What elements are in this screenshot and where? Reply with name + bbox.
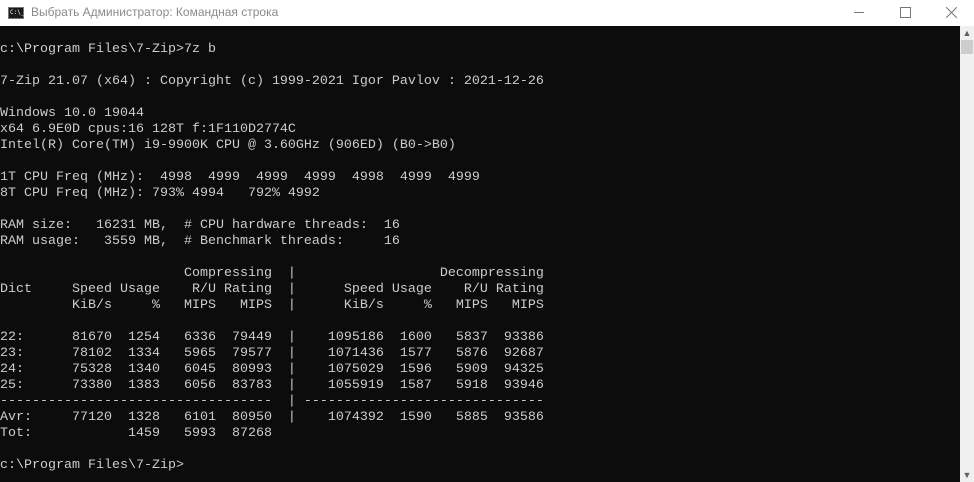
console-line: RAM usage: 3559 MB, # Benchmark threads:… — [0, 234, 400, 249]
title-bar: C:\_ Выбрать Администратор: Командная ст… — [0, 0, 974, 26]
close-button[interactable] — [928, 0, 974, 26]
console-line: KiB/s % MIPS MIPS | KiB/s % MIPS MIPS — [0, 298, 544, 313]
scroll-thumb[interactable] — [961, 40, 973, 54]
console-line: 22: 81670 1254 6336 79449 | 1095186 1600… — [0, 330, 544, 345]
console-line: Compressing | Decompressing — [0, 266, 544, 281]
console-line: 25: 73380 1383 6056 83783 | 1055919 1587… — [0, 378, 544, 393]
maximize-button[interactable] — [882, 0, 928, 26]
console-line: x64 6.9E0D cpus:16 128T f:1F110D2774C — [0, 122, 296, 137]
console-line: Windows 10.0 19044 — [0, 106, 144, 121]
console-line: c:\Program Files\7-Zip>7z b — [0, 42, 216, 57]
console-line: Dict Speed Usage R/U Rating | Speed Usag… — [0, 282, 544, 297]
console-line: 8T CPU Freq (MHz): 793% 4994 792% 4992 — [0, 186, 320, 201]
console-line: 24: 75328 1340 6045 80993 | 1075029 1596… — [0, 362, 544, 377]
console-line: 23: 78102 1334 5965 79577 | 1071436 1577… — [0, 346, 544, 361]
console-output[interactable]: c:\Program Files\7-Zip>7z b 7-Zip 21.07 (… — [0, 26, 960, 482]
console-line: 7-Zip 21.07 (x64) : Copyright (c) 1999-2… — [0, 74, 544, 89]
minimize-button[interactable] — [836, 0, 882, 26]
console-line: Avr: 77120 1328 6101 80950 | 1074392 159… — [0, 410, 544, 425]
console-line: ---------------------------------- | ---… — [0, 394, 544, 409]
scroll-up-icon[interactable]: ▲ — [960, 26, 974, 40]
console-line: RAM size: 16231 MB, # CPU hardware threa… — [0, 218, 400, 233]
scroll-down-icon[interactable]: ▼ — [960, 468, 974, 482]
cmd-icon[interactable]: C:\_ — [8, 7, 24, 19]
vertical-scrollbar[interactable]: ▲ ▼ — [960, 26, 974, 482]
window-title: Выбрать Администратор: Командная строка — [31, 5, 279, 19]
console-line: Tot: 1459 5993 87268 — [0, 426, 272, 441]
console-line: 1T CPU Freq (MHz): 4998 4999 4999 4999 4… — [0, 170, 480, 185]
close-icon — [946, 7, 957, 18]
console-line: Intel(R) Core(TM) i9-9900K CPU @ 3.60GHz… — [0, 138, 456, 153]
console-line: c:\Program Files\7-Zip> — [0, 458, 184, 473]
